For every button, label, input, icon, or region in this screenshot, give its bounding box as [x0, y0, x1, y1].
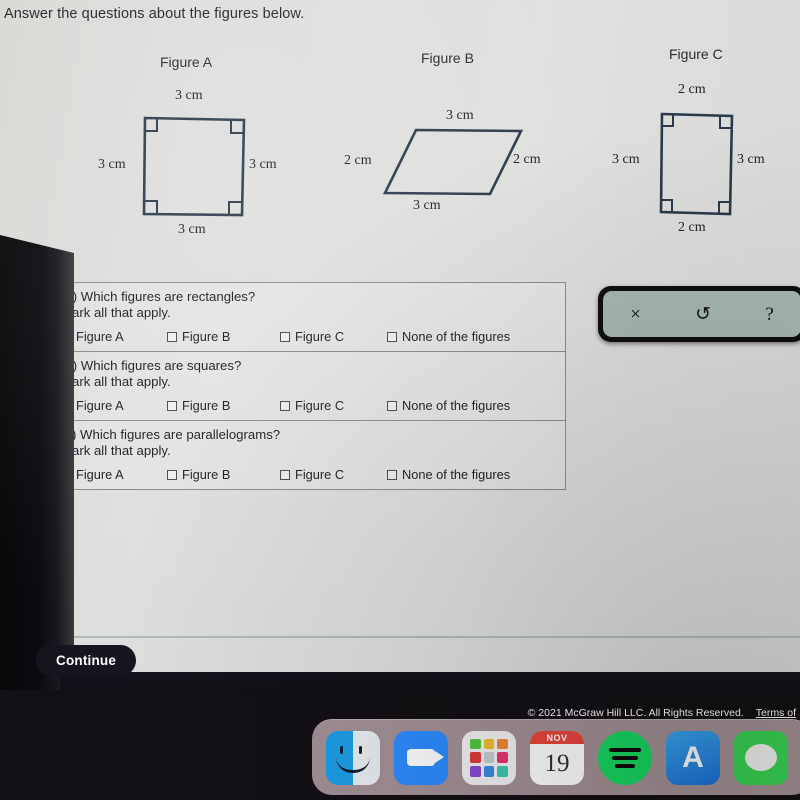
app-store-icon[interactable]: A	[666, 730, 720, 785]
figure-a-square	[142, 116, 246, 217]
checkbox-b-figure-c[interactable]: Figure C	[280, 398, 387, 413]
checkbox-icon[interactable]	[280, 331, 290, 342]
zoom-icon[interactable]	[394, 730, 448, 785]
figure-b-left-label: 2 cm	[344, 153, 372, 168]
calendar-icon[interactable]: NOV 19	[530, 730, 584, 785]
option-label: Figure C	[295, 398, 345, 413]
figure-c-bottom-label: 2 cm	[678, 220, 706, 235]
checkbox-c-figure-b[interactable]: Figure B	[167, 467, 280, 482]
option-label: Figure A	[76, 467, 124, 482]
question-a: (a) Which figures are rectangles? Mark a…	[53, 283, 565, 352]
option-label: None of the figures	[402, 329, 511, 344]
checkbox-a-figure-b[interactable]: Figure B	[167, 329, 280, 344]
page-title: Answer the questions about the figures b…	[4, 6, 305, 22]
checkbox-icon[interactable]	[387, 469, 397, 480]
question-b-line2: Mark all that apply.	[61, 373, 171, 389]
figure-c-right-label: 3 cm	[737, 152, 765, 167]
checkbox-icon[interactable]	[387, 400, 397, 411]
checkbox-icon[interactable]	[167, 469, 177, 480]
figure-c-left-label: 3 cm	[612, 152, 640, 167]
option-label: Figure B	[182, 467, 231, 482]
option-label: Figure A	[76, 329, 124, 344]
figure-a-bottom-label: 3 cm	[178, 222, 206, 237]
tool-pill-inner: × ↺ ?	[603, 291, 800, 337]
figure-c-rectangle	[659, 112, 734, 216]
continue-button[interactable]: Continue	[36, 645, 137, 676]
question-c-line2: Mark all that apply.	[61, 442, 171, 458]
option-label: Figure B	[182, 398, 231, 413]
screen-bezel-bottom	[60, 672, 800, 690]
checkbox-c-none[interactable]: None of the figures	[387, 467, 510, 482]
checkbox-icon[interactable]	[280, 469, 290, 480]
question-a-options: Figure A Figure B Figure C None of the f…	[53, 329, 565, 344]
question-b-options: Figure A Figure B Figure C None of the f…	[53, 398, 565, 413]
option-label: Figure B	[182, 329, 231, 344]
checkbox-icon[interactable]	[167, 400, 177, 411]
spotify-icon[interactable]	[598, 730, 652, 785]
divider	[64, 636, 800, 638]
screen-bezel-left	[0, 235, 74, 690]
terms-link[interactable]: Terms of	[756, 707, 796, 719]
finder-icon[interactable]	[326, 730, 380, 785]
checkbox-icon[interactable]	[167, 331, 177, 342]
launchpad-icon[interactable]	[462, 730, 516, 785]
question-b-line1: (b) Which figures are squares?	[61, 358, 242, 373]
figure-a-right-label: 3 cm	[249, 157, 277, 172]
help-icon[interactable]: ?	[765, 305, 773, 324]
tool-pill: × ↺ ?	[598, 286, 800, 342]
question-c-line1: (c) Which figures are parallelograms?	[61, 427, 281, 442]
option-label: None of the figures	[402, 398, 511, 413]
checkbox-icon[interactable]	[387, 331, 397, 342]
messages-icon[interactable]	[734, 730, 788, 785]
checkbox-a-none[interactable]: None of the figures	[387, 329, 510, 344]
checkbox-c-figure-c[interactable]: Figure C	[280, 467, 387, 482]
questions-card: (a) Which figures are rectangles? Mark a…	[52, 282, 566, 490]
checkbox-b-figure-b[interactable]: Figure B	[167, 398, 280, 413]
worksheet-screen: Answer the questions about the figures b…	[0, 0, 800, 690]
question-b: (b) Which figures are squares? Mark all …	[53, 352, 565, 421]
checkbox-a-figure-c[interactable]: Figure C	[280, 329, 387, 344]
copyright-text: © 2021 McGraw Hill LLC. All Rights Reser…	[527, 707, 744, 719]
option-label: Figure C	[295, 329, 345, 344]
figure-c-top-label: 2 cm	[678, 82, 706, 97]
figure-c-title: Figure C	[669, 46, 723, 62]
question-a-line2: Mark all that apply.	[61, 304, 171, 320]
checkbox-b-none[interactable]: None of the figures	[387, 398, 510, 413]
figure-b-parallelogram	[382, 128, 524, 196]
undo-icon[interactable]: ↺	[695, 305, 711, 324]
figure-a-title: Figure A	[160, 54, 213, 70]
question-c: (c) Which figures are parallelograms? Ma…	[53, 421, 565, 489]
photo-of-screen: Answer the questions about the figures b…	[0, 0, 800, 800]
close-icon[interactable]: ×	[630, 305, 641, 324]
figure-b-title: Figure B	[421, 50, 474, 66]
option-label: Figure A	[76, 398, 124, 413]
option-label: Figure C	[295, 467, 345, 482]
calendar-day: 19	[544, 750, 570, 777]
option-label: None of the figures	[402, 467, 511, 482]
figure-a-left-label: 3 cm	[98, 157, 126, 172]
figure-a-top-label: 3 cm	[175, 88, 203, 103]
question-a-line1: (a) Which figures are rectangles?	[61, 289, 256, 304]
calendar-month: NOV	[530, 730, 584, 744]
macos-dock: NOV 19 A	[312, 719, 800, 795]
checkbox-icon[interactable]	[280, 400, 290, 411]
figure-b-top-label: 3 cm	[446, 108, 474, 123]
question-c-options: Figure A Figure B Figure C None of the f…	[53, 467, 565, 482]
